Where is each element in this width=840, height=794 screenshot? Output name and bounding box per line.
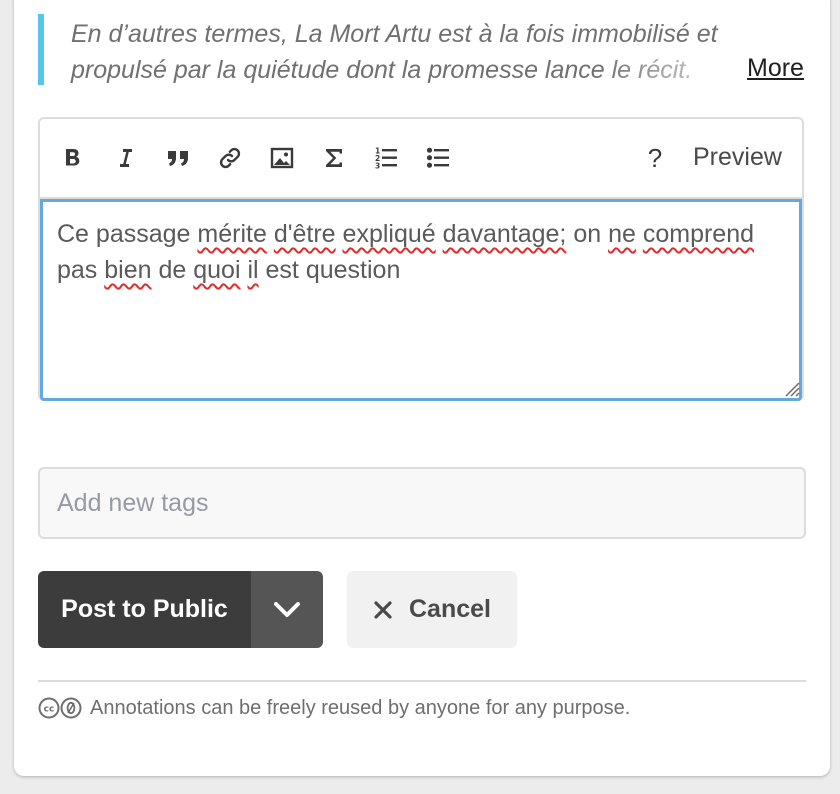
sigma-icon bbox=[326, 149, 342, 167]
cancel-button[interactable]: Cancel bbox=[347, 571, 517, 648]
help-button[interactable]: ? bbox=[638, 141, 672, 175]
bold-icon bbox=[66, 149, 80, 166]
misspelled-word: quoi bbox=[193, 256, 241, 284]
misspelled-word: expliqué bbox=[342, 220, 436, 248]
cancel-label: Cancel bbox=[409, 595, 491, 623]
footer-divider bbox=[38, 680, 806, 682]
editor-word: question bbox=[305, 256, 401, 284]
creative-commons-icon: cc bbox=[38, 696, 84, 720]
misspelled-word: il bbox=[247, 256, 259, 284]
editor-word: passage bbox=[95, 220, 191, 248]
editor-word: on bbox=[573, 220, 602, 248]
quote-line-1: En d’autres termes, La Mort Artu est à l… bbox=[71, 20, 718, 48]
editor-word: pas bbox=[57, 256, 98, 284]
quote-accent-bar bbox=[38, 14, 44, 85]
bulleted-list-button[interactable] bbox=[421, 141, 455, 175]
link-button[interactable] bbox=[213, 141, 247, 175]
numbered-list-icon: 1 2 3 bbox=[375, 147, 397, 171]
tags-input[interactable] bbox=[38, 467, 806, 539]
numbered-list-button[interactable]: 1 2 3 bbox=[369, 141, 403, 175]
quote-fade bbox=[598, 54, 758, 88]
editor-word: Ce bbox=[57, 220, 89, 248]
italic-icon bbox=[120, 149, 132, 167]
resize-grip-icon[interactable] bbox=[782, 379, 800, 397]
bold-button[interactable] bbox=[56, 141, 90, 175]
chevron-down-icon bbox=[274, 601, 300, 617]
misspelled-word: comprend bbox=[642, 220, 755, 248]
image-icon bbox=[270, 147, 294, 169]
bulleted-list-icon bbox=[426, 147, 449, 168]
annotation-quote: En d’autres termes, La Mort Artu est à l… bbox=[38, 14, 808, 88]
license-notice: cc Annotations can be freely reused by a… bbox=[38, 696, 630, 720]
editor-word: de bbox=[158, 256, 187, 284]
post-options-dropdown[interactable] bbox=[251, 571, 323, 648]
preview-button[interactable]: Preview bbox=[693, 143, 782, 172]
misspelled-word: bien bbox=[104, 256, 152, 284]
quote-icon bbox=[168, 151, 188, 166]
post-button-group: Post to Public bbox=[38, 571, 323, 648]
markdown-editor: 1 2 3 ? Preview Ce passage mérite d'être… bbox=[38, 117, 804, 401]
misspelled-word: mérite bbox=[197, 220, 267, 248]
editor-toolbar: 1 2 3 ? Preview bbox=[40, 119, 802, 199]
more-link[interactable]: More bbox=[747, 54, 804, 83]
misspelled-word: ne bbox=[608, 220, 636, 248]
math-button[interactable] bbox=[317, 141, 351, 175]
link-icon bbox=[219, 147, 241, 169]
misspelled-word: davantage; bbox=[442, 220, 567, 248]
misspelled-word: d'être bbox=[273, 220, 336, 248]
svg-text:3: 3 bbox=[375, 162, 380, 171]
annotation-textarea[interactable]: Ce passage mérite d'être expliqué davant… bbox=[40, 199, 802, 401]
post-to-public-button[interactable]: Post to Public bbox=[38, 571, 251, 648]
close-icon bbox=[374, 600, 392, 619]
blockquote-button[interactable] bbox=[161, 141, 195, 175]
italic-button[interactable] bbox=[108, 141, 142, 175]
editor-word: est bbox=[265, 256, 299, 284]
license-text: Annotations can be freely reused by anyo… bbox=[90, 696, 631, 719]
image-button[interactable] bbox=[265, 141, 299, 175]
svg-text:cc: cc bbox=[44, 705, 55, 715]
